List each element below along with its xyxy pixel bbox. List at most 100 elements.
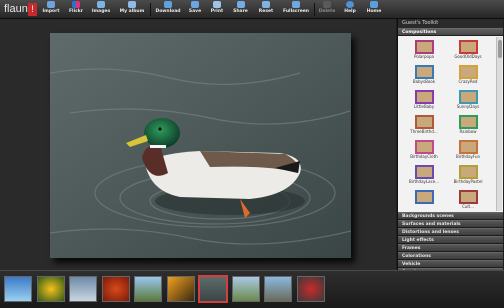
fullscreen-label: Fullscreen xyxy=(282,9,309,14)
flickr-icon xyxy=(72,1,80,8)
toolbar-separator xyxy=(314,3,315,16)
import-icon xyxy=(47,1,55,8)
composition-thumbnail xyxy=(414,140,434,154)
filmstrip-thumbnail[interactable] xyxy=(101,276,130,302)
fullscreen-button[interactable]: Fullscreen xyxy=(280,0,312,18)
composition-item[interactable]: Cult... xyxy=(446,189,490,212)
toolkit-panel: Guest's Toolkit Compositions Polarpopa Go… xyxy=(397,19,503,276)
composition-item[interactable]: LittleBaby xyxy=(402,89,446,113)
my-album-label: My album xyxy=(119,9,145,14)
composition-label: Cult... xyxy=(462,204,474,209)
composition-thumbnail xyxy=(414,65,434,79)
home-icon xyxy=(370,1,378,8)
compositions-header[interactable]: Compositions xyxy=(398,28,503,36)
composition-item[interactable]: ThreeBirthd... xyxy=(402,114,446,138)
composition-label: CrazyRed xyxy=(458,79,478,84)
delete-label: Delete xyxy=(318,9,336,14)
help-label: Help xyxy=(344,9,356,14)
share-icon xyxy=(236,1,245,8)
scrollbar-thumb[interactable] xyxy=(498,40,502,58)
filmstrip-thumbnail[interactable] xyxy=(231,276,260,302)
composition-thumbnail xyxy=(458,190,478,204)
composition-item[interactable]: BirthdayFun xyxy=(446,139,490,163)
reset-button[interactable]: Reset xyxy=(254,0,278,18)
composition-thumbnail xyxy=(458,115,478,129)
composition-thumbnail xyxy=(414,115,434,129)
images-button[interactable]: Images xyxy=(88,0,114,18)
category-item[interactable]: Frames xyxy=(398,244,503,252)
help-button[interactable]: Help xyxy=(340,0,360,18)
compositions-list: Polarpopa GoodOldDays BabysBook CrazyRed Lit… xyxy=(398,36,503,212)
composition-label: GoodOldDays xyxy=(454,54,482,59)
filmstrip xyxy=(0,270,504,308)
album-icon xyxy=(128,1,136,8)
composition-label: ThreeBirthd... xyxy=(410,129,438,134)
logo-text: flaunt xyxy=(4,3,31,15)
category-item[interactable]: Colorations xyxy=(398,252,503,260)
composition-label: BirthdayLace... xyxy=(408,179,440,184)
composition-label: LittleBaby xyxy=(413,104,435,109)
images-icon xyxy=(97,1,105,8)
composition-item[interactable]: BabysBook xyxy=(402,64,446,88)
filmstrip-thumbnail[interactable] xyxy=(199,276,227,302)
download-label: Download xyxy=(155,9,181,14)
composition-thumbnail xyxy=(414,190,434,204)
composition-item[interactable]: Polarpopa xyxy=(402,39,446,63)
share-button[interactable]: Share xyxy=(229,0,252,18)
help-icon xyxy=(346,1,354,8)
home-label: Home xyxy=(366,9,382,14)
import-button[interactable]: Import xyxy=(38,0,64,18)
composition-label: BabysBook xyxy=(412,79,436,84)
panel-title: Guest's Toolkit xyxy=(398,19,503,28)
filmstrip-thumbnail[interactable] xyxy=(296,276,325,302)
home-button[interactable]: Home xyxy=(362,0,386,18)
delete-button[interactable]: Delete xyxy=(316,0,338,18)
composition-label: Rainbow xyxy=(459,129,477,134)
category-item[interactable]: Distortions and lenses xyxy=(398,228,503,236)
composition-thumbnail xyxy=(458,40,478,54)
filmstrip-thumbnail[interactable] xyxy=(4,276,32,302)
reset-label: Reset xyxy=(258,9,274,14)
category-item[interactable]: Surfaces and materials xyxy=(398,220,503,228)
composition-thumbnail xyxy=(414,90,434,104)
composition-thumbnail xyxy=(414,40,434,54)
print-label: Print xyxy=(210,9,224,14)
composition-thumbnail xyxy=(458,165,478,179)
my-album-button[interactable]: My album xyxy=(116,0,148,18)
print-button[interactable]: Print xyxy=(206,0,228,18)
canvas-stage xyxy=(0,19,396,270)
fullscreen-icon xyxy=(292,1,300,8)
category-list: Backgrounds scenes Surfaces and materials… xyxy=(398,212,503,276)
composition-thumbnail xyxy=(458,90,478,104)
images-label: Images xyxy=(91,9,111,14)
composition-label: BirthdayPastel xyxy=(453,179,483,184)
filmstrip-thumbnail[interactable] xyxy=(69,276,97,302)
composition-label: Polarpopa xyxy=(414,54,434,59)
composition-item[interactable]: Rainbow xyxy=(446,114,490,138)
app-logo[interactable]: flaunt ! xyxy=(2,2,37,17)
composition-item[interactable] xyxy=(402,189,446,212)
composition-item[interactable]: BirthdayCloth xyxy=(402,139,446,163)
composition-item[interactable]: SunnyDays xyxy=(446,89,490,113)
save-button[interactable]: Save xyxy=(185,0,205,18)
filmstrip-thumbnail[interactable] xyxy=(166,276,195,302)
flickr-button[interactable]: Flickr xyxy=(64,0,88,18)
composition-thumbnail xyxy=(414,165,434,179)
filmstrip-thumbnail[interactable] xyxy=(264,276,292,302)
composition-item[interactable]: CrazyRed xyxy=(446,64,490,88)
filmstrip-thumbnail[interactable] xyxy=(36,276,65,302)
duck-photo[interactable] xyxy=(50,33,351,258)
save-icon xyxy=(191,1,199,8)
filmstrip-thumbnail[interactable] xyxy=(134,276,162,302)
composition-item[interactable]: BirthdayPastel xyxy=(446,164,490,188)
composition-item[interactable]: BirthdayLace... xyxy=(402,164,446,188)
composition-thumbnail xyxy=(458,140,478,154)
category-item[interactable]: Backgrounds scenes xyxy=(398,212,503,220)
print-icon xyxy=(213,1,221,8)
compositions-scrollbar[interactable] xyxy=(496,37,502,211)
category-item[interactable]: Light effects xyxy=(398,236,503,244)
download-button[interactable]: Download xyxy=(152,0,184,18)
composition-item[interactable]: GoodOldDays xyxy=(446,39,490,63)
share-label: Share xyxy=(233,9,248,14)
category-item[interactable]: Vehicle xyxy=(398,260,503,268)
